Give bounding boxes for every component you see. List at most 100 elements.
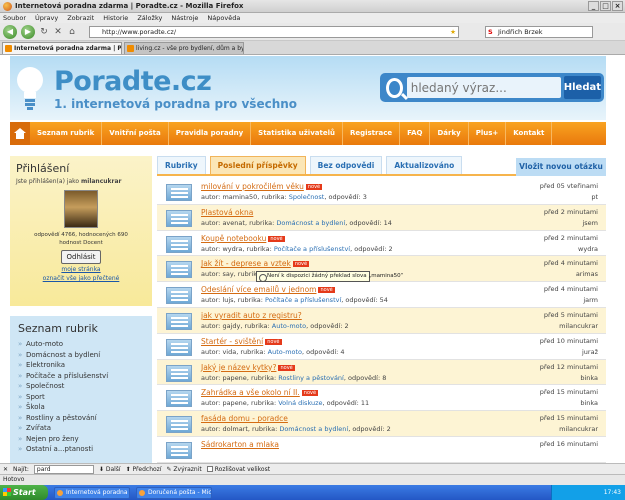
my-page-link[interactable]: moje stránka (16, 266, 146, 273)
menu-darky[interactable]: Dárky (430, 122, 469, 145)
forward-button[interactable]: ▶ (21, 24, 35, 39)
post-title-link[interactable]: Jak žít - deprese a vztek nové (201, 259, 310, 268)
search-button[interactable]: Hledat (563, 76, 601, 99)
logout-button[interactable]: Odhlásit (60, 250, 102, 264)
post-last-user[interactable]: milancukrar (559, 425, 598, 433)
post-category[interactable]: Domácnost a bydlení (279, 425, 348, 433)
find-prev-button[interactable]: ⬆ Předchozí (126, 466, 162, 473)
post-category[interactable]: Rostliny a pěstování (278, 374, 344, 382)
menu-kontakt[interactable]: Kontakt (506, 122, 553, 145)
find-next-button[interactable]: ⬇ Další (99, 466, 121, 473)
post-title-link[interactable]: milování v pokročilém věku nové (201, 182, 323, 191)
post-title-link[interactable]: Startér - svištění nové (201, 337, 282, 346)
menu-help[interactable]: Nápověda (207, 14, 240, 22)
post-category[interactable]: Společnost (289, 193, 325, 201)
back-button[interactable]: ◀ (3, 24, 17, 39)
post-last-user[interactable]: pt (591, 193, 598, 201)
post-last-user[interactable]: jarm (583, 296, 598, 304)
tab-bez-odpovedi[interactable]: Bez odpovědi (309, 156, 383, 174)
taskbar-item-mail[interactable]: Doručená pošta - Mic... (136, 486, 212, 499)
post-last-user[interactable]: milancukrar (559, 322, 598, 330)
stop-icon[interactable]: ✕ (53, 26, 63, 38)
post-category[interactable]: Počítače a příslušenství (274, 245, 350, 253)
category-item[interactable]: Rostliny a pěstování (18, 413, 144, 424)
post-last-user[interactable]: binka (580, 399, 598, 407)
maximize-button[interactable]: □ (600, 1, 611, 11)
post-category[interactable]: Počítače a příslušenství (265, 296, 341, 304)
post-author[interactable]: gajdy (222, 322, 240, 330)
post-category[interactable]: Domácnost a bydlení (276, 219, 345, 227)
post-author[interactable]: lujs (222, 296, 233, 304)
menu-statistika[interactable]: Statistika uživatelů (251, 122, 343, 145)
menu-vnitrni-posta[interactable]: Vnitřní pošta (102, 122, 169, 145)
menu-registrace[interactable]: Registrace (343, 122, 401, 145)
highlight-button[interactable]: ✎ Zvýraznit (166, 466, 201, 473)
post-author[interactable]: wydra (222, 245, 242, 253)
category-item[interactable]: Společnost (18, 381, 144, 392)
post-author[interactable]: dolmart (222, 425, 247, 433)
post-title-link[interactable]: Odeslání více emailů v jednom nové (201, 285, 335, 294)
site-logo[interactable]: Poradte.cz (54, 66, 212, 97)
minimize-button[interactable]: _ (588, 1, 599, 11)
post-title-link[interactable]: Sádrokarton a mlaka (201, 440, 279, 449)
category-item[interactable]: Zvířata (18, 423, 144, 434)
post-author[interactable]: papene (222, 374, 246, 382)
post-last-user[interactable]: juraž (582, 348, 598, 356)
match-case-checkbox[interactable]: Rozlišovat velikost (206, 466, 270, 473)
tab-poradte[interactable]: Internetová poradna zdarma | P... (2, 42, 122, 54)
browser-search-box[interactable]: Jindřich Brzek (485, 25, 593, 38)
menu-plus[interactable]: Plus+ (469, 122, 507, 145)
post-title-link[interactable]: Plastová okna (201, 208, 253, 217)
post-category[interactable]: Volná diskuze (278, 399, 322, 407)
home-menu-item[interactable] (10, 122, 30, 145)
category-item[interactable]: Sport (18, 392, 144, 403)
start-button[interactable]: Start (0, 485, 48, 500)
menu-history[interactable]: Historie (103, 14, 128, 22)
post-author[interactable]: mamina50 (222, 193, 257, 201)
tab-posledni-prispevky[interactable]: Poslední příspěvky (209, 156, 306, 174)
post-author[interactable]: say (222, 270, 233, 278)
close-button[interactable]: × (612, 1, 623, 11)
tab-rubriky[interactable]: Rubriky (157, 156, 206, 174)
post-author[interactable]: vida (222, 348, 236, 356)
menu-file[interactable]: Soubor (3, 14, 26, 22)
mark-all-read-link[interactable]: označit vše jako přečtené (16, 275, 146, 282)
menu-edit[interactable]: Úpravy (35, 14, 58, 22)
menu-bookmarks[interactable]: Záložky (137, 14, 162, 22)
post-title-link[interactable]: jak vyradit auto z registru? (201, 311, 302, 320)
post-title-link[interactable]: Koupě notebooku nové (201, 234, 285, 243)
post-title-link[interactable]: Jaký je název kytky? nové (201, 363, 295, 372)
post-author[interactable]: avenat (222, 219, 244, 227)
menu-pravidla[interactable]: Pravidla poradny (169, 122, 252, 145)
home-icon[interactable]: ⌂ (67, 26, 77, 38)
post-title-link[interactable]: Zahrádka a vše okolo ní II. nové (201, 388, 319, 397)
post-last-user[interactable]: arimas (576, 270, 598, 278)
category-item[interactable]: Škola (18, 402, 144, 413)
tab-aktualizovano[interactable]: Aktualizováno (386, 156, 463, 174)
post-category[interactable]: Auto-moto (268, 348, 302, 356)
menu-faq[interactable]: FAQ (400, 122, 431, 145)
category-item[interactable]: Ostatní a...ptanosti (18, 444, 144, 455)
menu-seznam-rubrik[interactable]: Seznam rubrik (30, 122, 103, 145)
reload-icon[interactable]: ↻ (39, 26, 49, 38)
post-last-user[interactable]: jsem (582, 219, 598, 227)
menu-view[interactable]: Zobrazit (67, 14, 94, 22)
category-item[interactable]: Auto-moto (18, 339, 144, 350)
post-last-user[interactable]: wydra (578, 245, 598, 253)
address-bar[interactable]: http://www.poradte.cz/ ★ (89, 25, 459, 38)
new-question-button[interactable]: Vložit novou otázku (516, 158, 606, 176)
category-item[interactable]: Počítače a příslušenství (18, 371, 144, 382)
site-search-input[interactable] (406, 77, 561, 98)
category-item[interactable]: Elektronika (18, 360, 144, 371)
find-close-icon[interactable]: ✕ (3, 466, 8, 473)
tab-living[interactable]: living.cz - vše pro bydlení, dům a byt +… (124, 42, 244, 54)
category-item[interactable]: Nejen pro ženy (18, 434, 144, 445)
category-item[interactable]: Domácnost a bydlení (18, 350, 144, 361)
find-input[interactable]: pard (33, 464, 94, 474)
post-author[interactable]: papene (222, 399, 246, 407)
post-title-link[interactable]: fasáda domu - poradce (201, 414, 288, 423)
taskbar-item-firefox[interactable]: Internetová poradna ... (54, 486, 130, 499)
menu-tools[interactable]: Nástroje (171, 14, 198, 22)
post-last-user[interactable]: binka (580, 374, 598, 382)
post-category[interactable]: Auto-moto (272, 322, 306, 330)
